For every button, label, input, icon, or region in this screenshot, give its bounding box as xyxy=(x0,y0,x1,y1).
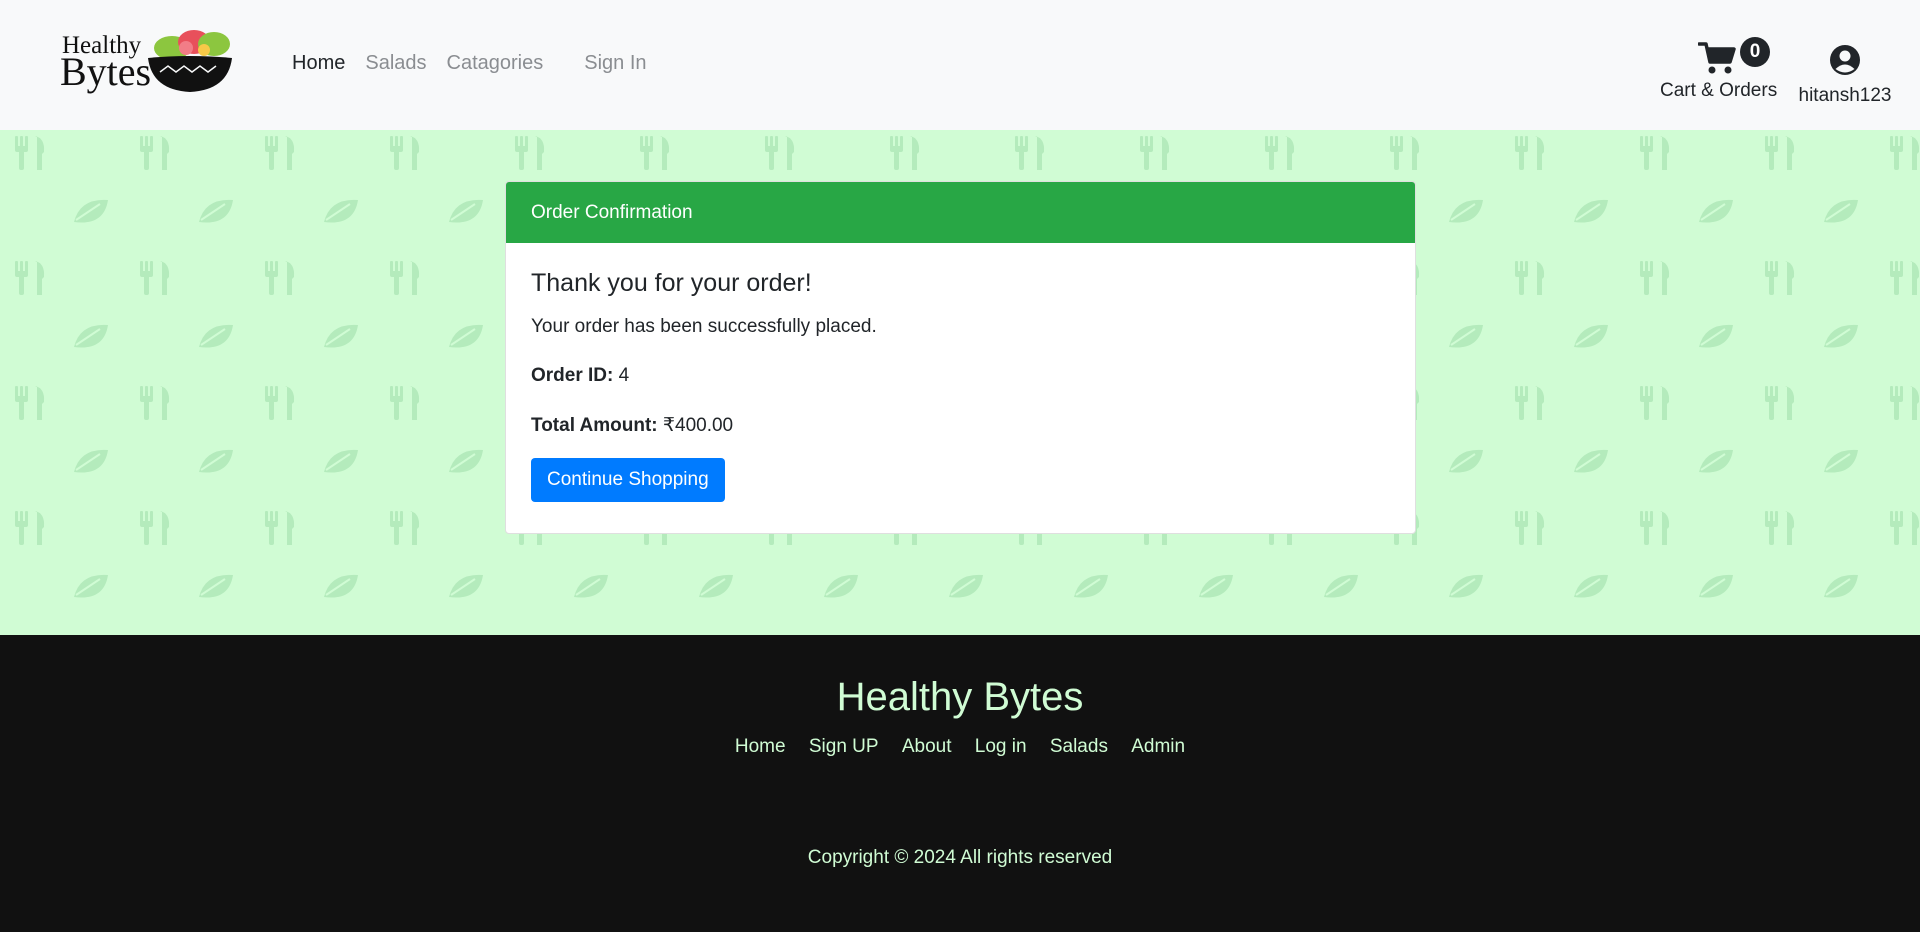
total-amount-row: Total Amount: ₹400.00 xyxy=(531,414,1390,437)
footer-link-log-in[interactable]: Log in xyxy=(975,736,1027,758)
thank-you-title: Thank you for your order! xyxy=(531,269,812,297)
brand-text-bottom: Bytes xyxy=(60,49,152,94)
user-circle-icon xyxy=(1830,45,1860,75)
order-success-message: Your order has been successfully placed. xyxy=(531,316,877,337)
footer-link-about[interactable]: About xyxy=(902,736,952,758)
copyright-text: Copyright © 2024 All rights reserved xyxy=(807,847,1113,868)
nav-categories[interactable]: Catagories xyxy=(447,52,544,75)
cart-label: Cart & Orders xyxy=(1660,80,1778,101)
salad-bowl-icon xyxy=(148,30,232,92)
footer-link-sign-up[interactable]: Sign UP xyxy=(809,736,879,758)
order-id-row: Order ID: 4 xyxy=(531,365,1390,387)
order-confirmation-card: Order Confirmation Thank you for your or… xyxy=(505,181,1416,534)
footer-link-salads[interactable]: Salads xyxy=(1050,736,1108,758)
nav-salads[interactable]: Salads xyxy=(365,52,426,75)
order-id-value: 4 xyxy=(613,365,630,386)
cart-icon-wrapper: 0 xyxy=(1697,37,1770,76)
nav-sign-in[interactable]: Sign In xyxy=(584,52,646,75)
footer-title: Healthy Bytes xyxy=(836,675,1084,719)
user-profile-link[interactable]: hitansh123 xyxy=(1795,44,1895,107)
main-content: Order Confirmation Thank you for your or… xyxy=(0,130,1920,635)
footer-links: Home Sign UP About Log in Salads Admin xyxy=(0,736,1920,758)
cart-orders-link[interactable]: 0 Cart & Orders xyxy=(1660,37,1778,102)
total-amount-label: Total Amount: xyxy=(531,415,658,436)
nav-home[interactable]: Home xyxy=(292,52,345,75)
navbar: Healthy Bytes Home Salads Catagories Sig… xyxy=(0,0,1920,130)
cart-count-badge: 0 xyxy=(1740,37,1770,67)
card-header: Order Confirmation xyxy=(506,182,1415,243)
footer: Healthy Bytes Home Sign UP About Log in … xyxy=(0,635,1920,932)
total-amount-value: ₹400.00 xyxy=(657,415,734,436)
main-nav: Home Salads Catagories Sign In xyxy=(292,52,667,75)
footer-link-admin[interactable]: Admin xyxy=(1131,736,1185,758)
footer-link-home[interactable]: Home xyxy=(735,736,786,758)
brand-logo[interactable]: Healthy Bytes xyxy=(60,26,235,96)
username-label: hitansh123 xyxy=(1798,85,1892,106)
card-body: Thank you for your order! Your order has… xyxy=(506,243,1415,528)
continue-shopping-button[interactable]: Continue Shopping xyxy=(531,458,725,502)
cart-icon xyxy=(1697,42,1736,74)
order-id-label: Order ID: xyxy=(531,365,614,386)
